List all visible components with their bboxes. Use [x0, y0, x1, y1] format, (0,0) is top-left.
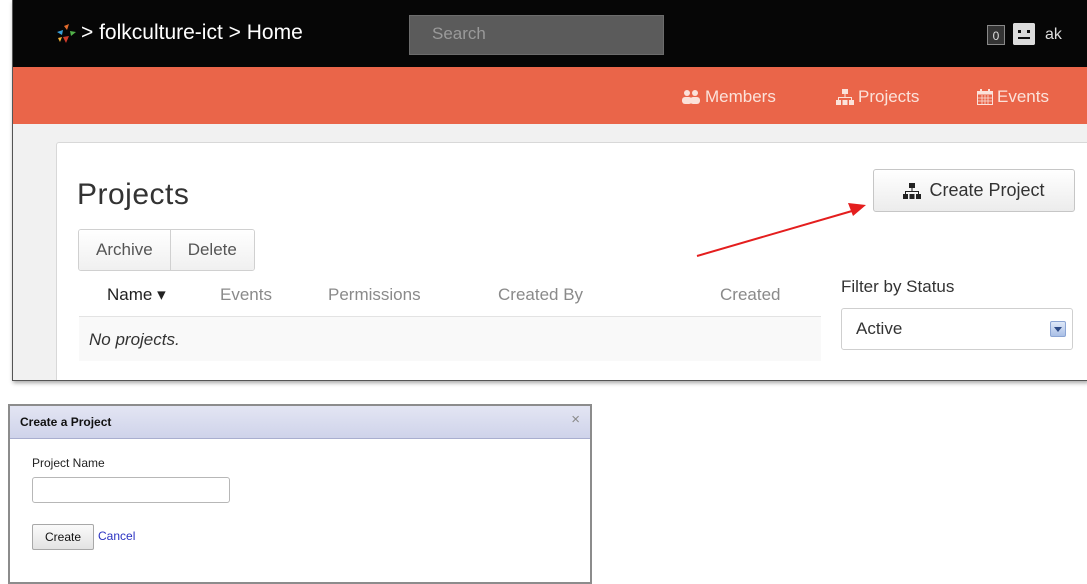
column-created[interactable]: Created: [720, 285, 780, 305]
status-filter-select[interactable]: Active: [841, 308, 1073, 350]
create-button[interactable]: Create: [32, 524, 94, 550]
create-project-label: Create Project: [929, 180, 1045, 200]
nav-members-label: Members: [705, 87, 776, 106]
project-name-input[interactable]: [32, 477, 230, 503]
cancel-link[interactable]: Cancel: [98, 529, 135, 543]
breadcrumb-home[interactable]: > Home: [229, 21, 303, 45]
app-logo-icon[interactable]: [55, 23, 77, 45]
bulk-actions: Archive Delete: [78, 229, 255, 271]
page-title: Projects: [77, 178, 190, 211]
table-header: Name ▾ Events Permissions Created By Cre…: [57, 283, 837, 313]
archive-button[interactable]: Archive: [79, 230, 170, 270]
filter-label: Filter by Status: [841, 277, 955, 296]
breadcrumb-workspace[interactable]: > folkculture-ict: [81, 21, 223, 45]
close-icon[interactable]: ×: [571, 411, 580, 428]
avatar[interactable]: [1013, 23, 1035, 45]
project-name-label: Project Name: [32, 456, 105, 470]
status-filter-value: Active: [856, 319, 903, 338]
sitemap-icon: [903, 182, 922, 199]
calendar-icon: [977, 89, 993, 105]
projects-panel: Projects Create Project Archive Delete N…: [56, 142, 1087, 380]
breadcrumb: > folkculture-ict > Home: [81, 21, 303, 45]
username[interactable]: ak: [1045, 26, 1062, 44]
empty-message: No projects.: [89, 330, 180, 349]
nav-projects[interactable]: Projects: [836, 87, 919, 107]
section-nav: Members Projects Events: [13, 67, 1087, 124]
nav-events[interactable]: Events: [977, 87, 1049, 107]
create-project-dialog: Create a Project × Project Name Create C…: [8, 404, 592, 584]
dialog-header: Create a Project ×: [10, 406, 590, 439]
column-name[interactable]: Name ▾: [107, 285, 166, 305]
table-row: No projects.: [79, 317, 821, 361]
top-bar: > folkculture-ict > Home Search 0 ak: [13, 0, 1087, 67]
column-permissions[interactable]: Permissions: [328, 285, 421, 305]
column-events[interactable]: Events: [220, 285, 272, 305]
members-icon: [682, 90, 700, 104]
app-screenshot: > folkculture-ict > Home Search 0 ak Mem…: [12, 0, 1087, 381]
search-input[interactable]: Search: [409, 15, 664, 55]
chevron-down-icon[interactable]: [1050, 321, 1066, 337]
dialog-title: Create a Project: [20, 415, 112, 429]
create-project-button[interactable]: Create Project: [873, 169, 1075, 212]
column-created-by[interactable]: Created By: [498, 285, 583, 305]
delete-button[interactable]: Delete: [169, 230, 254, 270]
sitemap-icon: [836, 89, 854, 105]
nav-projects-label: Projects: [858, 87, 920, 106]
nav-events-label: Events: [997, 87, 1049, 106]
nav-members[interactable]: Members: [681, 87, 776, 107]
notification-count[interactable]: 0: [987, 25, 1005, 45]
